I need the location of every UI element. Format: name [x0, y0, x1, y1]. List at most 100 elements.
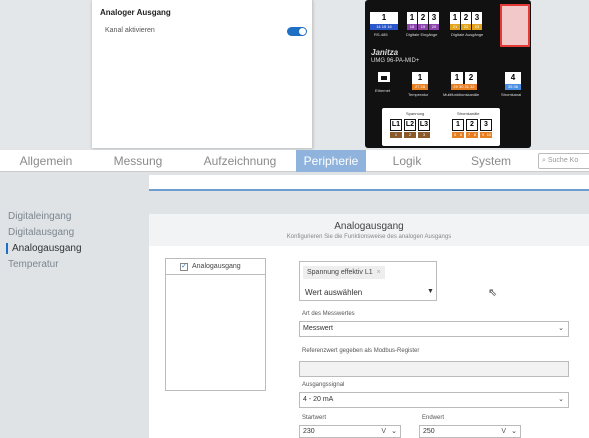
strom-ch-number: 4 — [505, 72, 521, 84]
ref-label: Referenzwert gegeben als Modbus-Register — [302, 348, 420, 354]
chevron-down-icon: ⌄ — [558, 396, 564, 403]
dropdown-arrow-icon[interactable]: ▼ — [427, 288, 434, 295]
dig-in-2: 2 — [418, 12, 428, 24]
dig-in-3: 3 — [429, 12, 439, 24]
checkbox[interactable]: ✓ — [180, 263, 188, 271]
stromkanaele-label: Stromkanäle — [457, 111, 480, 116]
search-placeholder: Suche Ko — [547, 157, 579, 164]
sidebar-item-digitalausgang[interactable]: Digitalausgang — [8, 227, 74, 238]
content-top-strip — [149, 175, 589, 191]
end-value: 250 — [423, 428, 435, 435]
tab-messung[interactable]: Messung — [92, 150, 184, 172]
tab-aufzeichnung[interactable]: Aufzeichnung — [184, 150, 296, 172]
end-unit: V — [501, 428, 506, 435]
dig-out-pin-23: 23 — [472, 24, 482, 30]
selected-value-tag: Spannung effektiv L1 × — [303, 266, 385, 279]
signal-select[interactable]: 4 - 20 mA ⌄ — [299, 392, 569, 408]
popup-title: Analoger Ausgang — [100, 8, 171, 17]
list-item-label: Analogausgang — [192, 263, 241, 270]
ethernet-icon — [378, 72, 390, 82]
start-value-field[interactable]: 230 V ⌄ — [299, 425, 401, 438]
device-model: UMG 96-PA-MID+ — [371, 58, 420, 64]
tab-system[interactable]: System — [448, 150, 534, 172]
temp-pins: 27 28 — [412, 84, 428, 90]
start-unit: V — [381, 428, 386, 435]
dig-in-label: Digitale Eingänge — [406, 32, 438, 37]
sidebar-item-analogausgang[interactable]: Analogausgang — [6, 243, 82, 254]
multi-1: 1 — [451, 72, 463, 84]
analog-output-highlight[interactable] — [500, 4, 530, 47]
dig-in-pin-19: 19 — [418, 24, 428, 30]
tab-allgemein[interactable]: Allgemein — [0, 150, 92, 172]
stromk-pin-8: 8 — [472, 132, 478, 138]
tab-peripherie[interactable]: Peripherie — [296, 150, 366, 172]
rs485-pins: 14 15 16 — [370, 24, 398, 30]
dig-out-1: 1 — [450, 12, 460, 24]
stromk-2: 2 — [466, 119, 478, 131]
search-input[interactable]: ⌕ Suche Ko — [538, 153, 589, 169]
rs485-label: RS-485 — [374, 32, 388, 37]
stromk-3: 3 — [480, 119, 492, 131]
spannung-pin-1: 1 — [390, 132, 402, 138]
sidebar-item-temperatur[interactable]: Temperatur — [8, 259, 59, 270]
chevron-down-icon: ⌄ — [558, 325, 564, 332]
dig-out-pin-21: 21 — [450, 24, 460, 30]
art-label: Art des Messwertes — [302, 311, 355, 317]
multi-2: 2 — [465, 72, 477, 84]
brand-logo: Janitza — [371, 48, 399, 57]
rs485-number: 1 — [370, 12, 398, 24]
temp-number: 1 — [412, 72, 428, 84]
output-list: ✓ Analogausgang — [165, 258, 266, 391]
dig-in-1: 1 — [407, 12, 417, 24]
stromk-pin-6: 6 — [458, 132, 464, 138]
analog-output-popup: Analoger Ausgang Kanal aktivieren — [92, 0, 313, 148]
list-item-analogausgang[interactable]: ✓ Analogausgang — [166, 259, 265, 275]
temp-label: Temperatur — [408, 92, 429, 97]
spannung-l1: L1 — [390, 119, 402, 131]
panel-header: Analogausgang Konfigurieren Sie die Funk… — [149, 214, 589, 246]
spannung-l3: L3 — [418, 119, 430, 131]
voltage-current-panel: Spannung Stromkanäle L1 L2 L3 1 2 3 1 2 … — [382, 108, 500, 146]
art-select[interactable]: Messwert ⌄ — [299, 321, 569, 337]
spannung-pin-3: 3 — [418, 132, 430, 138]
dig-out-label: Digitale Ausgänge — [451, 32, 484, 37]
tag-label: Spannung effektiv L1 — [307, 269, 373, 276]
config-panel: Analogausgang Konfigurieren Sie die Funk… — [149, 214, 589, 438]
dig-out-pin-22: 22 — [461, 24, 471, 30]
value-tag-select[interactable]: Spannung effektiv L1 × Wert auswählen ▼ — [299, 261, 437, 301]
dig-out-2: 2 — [461, 12, 471, 24]
multi-label: Multifunktionskanäle — [443, 92, 480, 97]
chevron-down-icon[interactable]: ⌄ — [391, 426, 397, 438]
value-select-label: Wert auswählen — [305, 288, 363, 297]
tab-logik[interactable]: Logik — [366, 150, 448, 172]
multi-pins: 29 30 31 32 — [451, 84, 477, 90]
main-nav: Allgemein Messung Aufzeichnung Peripheri… — [0, 150, 589, 172]
start-value: 230 — [303, 428, 315, 435]
tag-remove-icon[interactable]: × — [377, 269, 381, 276]
spannung-pin-2: 2 — [404, 132, 416, 138]
art-value: Messwert — [303, 325, 333, 332]
sidebar-item-digitaleingang[interactable]: Digitaleingang — [8, 211, 71, 222]
dig-in-pin-20: 20 — [429, 24, 439, 30]
channel-activate-toggle[interactable] — [287, 27, 307, 36]
signal-label: Ausgangssignal — [302, 382, 345, 388]
panel-title: Analogausgang — [334, 221, 404, 232]
strom-ch-pins: 35 36 — [505, 84, 521, 90]
signal-value: 4 - 20 mA — [303, 396, 334, 403]
mouse-cursor-icon: ⇖ — [488, 287, 498, 299]
stromk-pin-10: 10 — [486, 132, 492, 138]
channel-activate-label: Kanal aktivieren — [105, 27, 155, 34]
strom-ch-label: Stromkanal — [501, 92, 522, 97]
spannung-l2: L2 — [404, 119, 416, 131]
chevron-down-icon[interactable]: ⌄ — [511, 426, 517, 438]
dig-in-pin-18: 18 — [407, 24, 417, 30]
ref-register-field[interactable] — [299, 361, 569, 377]
stromk-1: 1 — [452, 119, 464, 131]
end-value-field[interactable]: 250 V ⌄ — [419, 425, 521, 438]
spannung-label: Spannung — [406, 111, 425, 116]
panel-subtitle: Konfigurieren Sie die Funktionsweise des… — [286, 234, 452, 240]
start-label: Startwert — [302, 415, 327, 421]
dig-out-3: 3 — [472, 12, 482, 24]
search-icon: ⌕ — [542, 157, 546, 164]
end-label: Endwert — [422, 415, 445, 421]
